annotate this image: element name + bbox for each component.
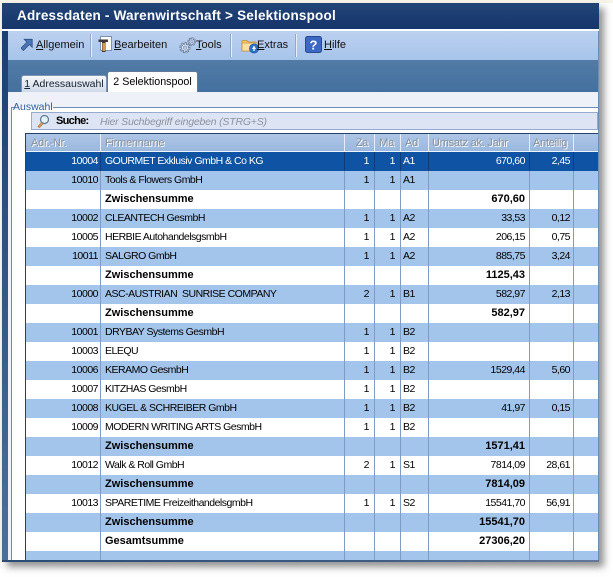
svg-text:?: ? <box>310 38 318 53</box>
